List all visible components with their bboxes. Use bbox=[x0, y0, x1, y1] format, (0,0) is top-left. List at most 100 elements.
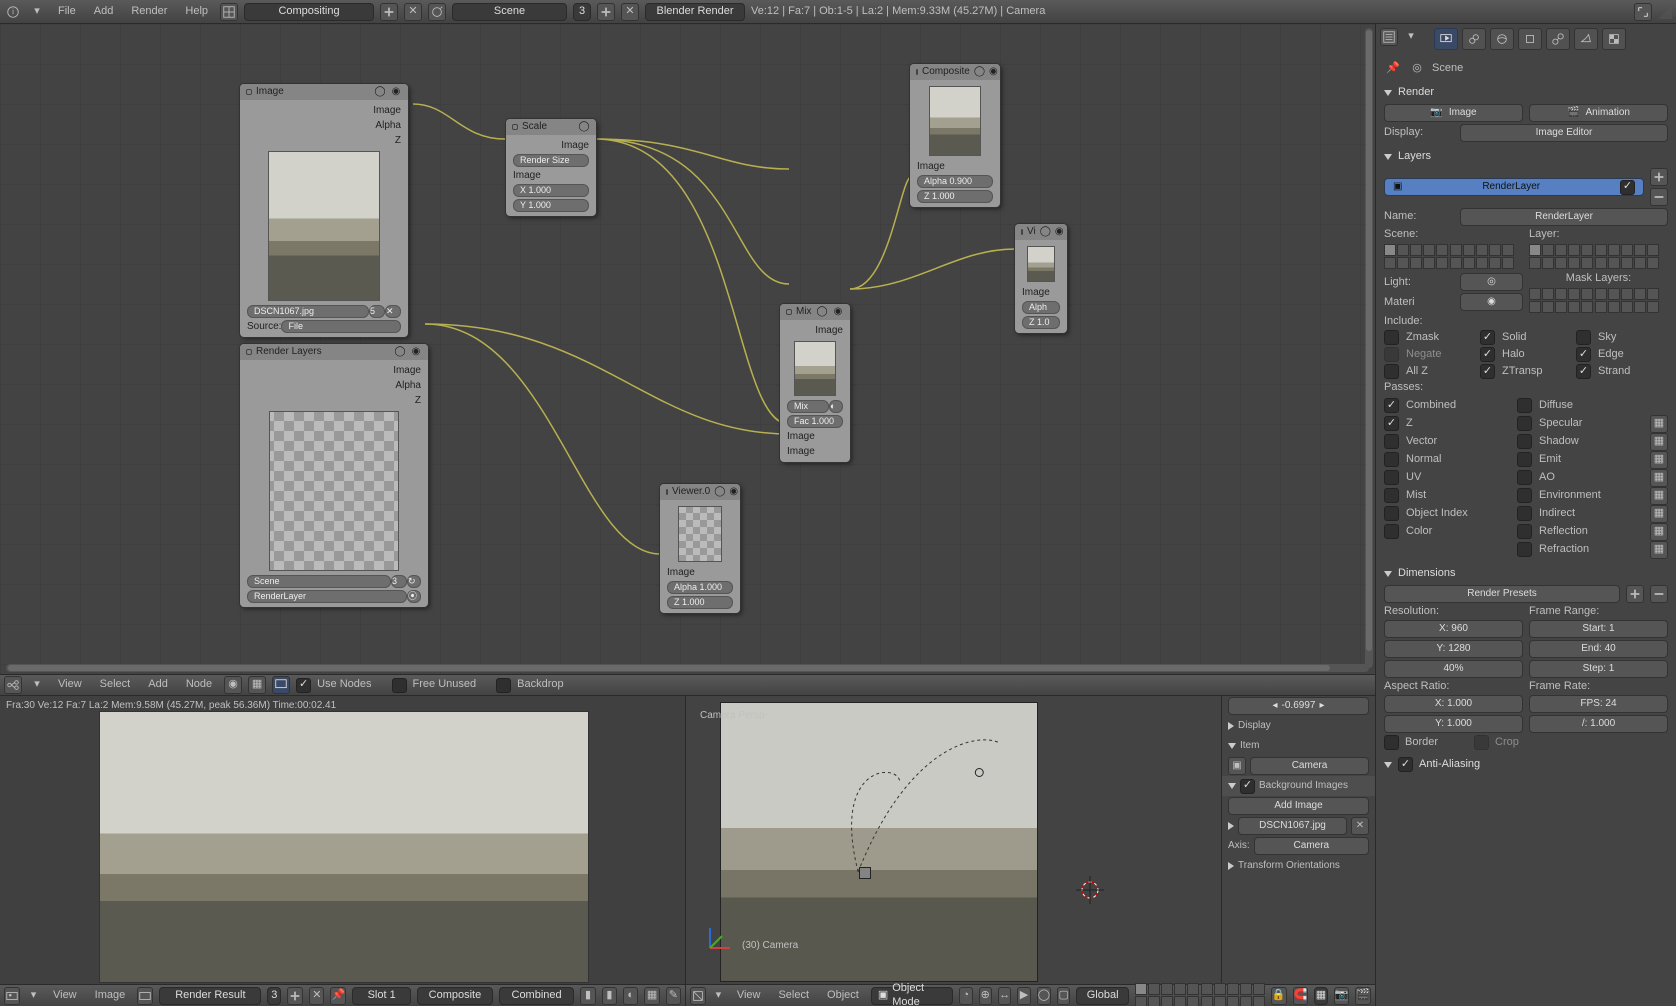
3d-viewport[interactable]: Camera Persp (30) Camera ◂ -0.6997 ▸ Dis… bbox=[685, 696, 1375, 1006]
cb-anti-aliasing[interactable] bbox=[1398, 757, 1413, 772]
render-presets-select[interactable]: Render Presets bbox=[1384, 585, 1620, 603]
out-z-socket[interactable]: Z bbox=[395, 135, 401, 147]
panel-disclosure-icon[interactable] bbox=[1228, 743, 1236, 749]
node-scale[interactable]: Scale ◯ Image Render Size Image X 1.000 … bbox=[506, 119, 596, 216]
cb-ztransp[interactable] bbox=[1480, 364, 1495, 379]
vi-z[interactable]: Z 1.0 bbox=[1022, 316, 1060, 329]
cb-pass-diffuse[interactable] bbox=[1517, 398, 1532, 413]
expand-menus-icon[interactable]: ▾ bbox=[26, 987, 41, 1005]
node-image[interactable]: Image ◯ ◉ Image Alpha Z DSCN1067.jpg 5 ✕ bbox=[240, 84, 408, 337]
tree-type-texture-icon[interactable]: ▦ bbox=[248, 676, 266, 694]
node-vi[interactable]: Vi ◯ ◉ Image Alph Z 1.0 bbox=[1015, 224, 1067, 333]
exclude-emit-icon[interactable]: ▦ bbox=[1650, 451, 1668, 469]
in-image-socket[interactable]: Image bbox=[513, 170, 541, 182]
bg-images-enable[interactable] bbox=[1240, 779, 1255, 794]
snap-element-select[interactable]: ▦ bbox=[1314, 987, 1327, 1005]
fps-base[interactable]: /: 1.000 bbox=[1529, 715, 1668, 733]
area-corner-drag[interactable] bbox=[1658, 5, 1672, 19]
collapse-icon[interactable] bbox=[512, 124, 518, 130]
scale-mode-select[interactable]: Render Size bbox=[513, 154, 589, 167]
manip-scale-icon[interactable]: ▢ bbox=[1057, 987, 1070, 1005]
menu-add[interactable]: Add bbox=[88, 3, 120, 21]
menu-view[interactable]: View bbox=[731, 987, 767, 1005]
node-preview-icon[interactable]: ◉ bbox=[390, 86, 402, 98]
collapse-icon[interactable] bbox=[246, 89, 252, 95]
scene-field[interactable]: Scene bbox=[452, 3, 567, 21]
composite-alpha[interactable]: Alpha 0.900 bbox=[917, 175, 993, 188]
render-engine-select[interactable]: Blender Render bbox=[645, 3, 745, 21]
image-file-unlink-icon[interactable]: ✕ bbox=[385, 305, 401, 318]
menu-select[interactable]: Select bbox=[772, 987, 815, 1005]
cb-sky[interactable] bbox=[1576, 330, 1591, 345]
scene-users[interactable]: 3 bbox=[573, 3, 591, 21]
draw-channels-alpha-icon[interactable]: ◐ bbox=[623, 987, 638, 1005]
node-hide-sockets-icon[interactable]: ◯ bbox=[374, 86, 386, 98]
cb-allz[interactable] bbox=[1384, 364, 1399, 379]
cb-pass-uv[interactable] bbox=[1384, 470, 1399, 485]
tree-type-material-icon[interactable]: ◉ bbox=[224, 676, 242, 694]
node-hide-sockets-icon[interactable]: ◯ bbox=[714, 486, 725, 498]
orientation-select[interactable]: Global bbox=[1076, 987, 1128, 1005]
exclude-env-icon[interactable]: ▦ bbox=[1650, 487, 1668, 505]
res-x[interactable]: X: 960 bbox=[1384, 620, 1523, 638]
rl-layer-select[interactable]: RenderLayer bbox=[247, 590, 407, 603]
item-name-field[interactable]: Camera bbox=[1250, 757, 1369, 775]
rl-rerender-icon[interactable]: ↻ bbox=[407, 575, 421, 588]
menu-render[interactable]: Render bbox=[125, 3, 173, 21]
mask-layers-grid[interactable] bbox=[1529, 288, 1668, 313]
out-image-socket[interactable]: Image bbox=[815, 325, 843, 337]
delete-scene-button[interactable]: ✕ bbox=[621, 3, 639, 21]
node-preview-icon[interactable]: ◉ bbox=[729, 486, 738, 498]
cb-pass-ao[interactable] bbox=[1517, 470, 1532, 485]
in-image-socket[interactable]: Image bbox=[667, 567, 695, 579]
transform-value[interactable]: ◂ -0.6997 ▸ bbox=[1228, 697, 1369, 715]
cb-edge[interactable] bbox=[1576, 347, 1591, 362]
cb-pass-objindex[interactable] bbox=[1384, 506, 1399, 521]
node-hide-sockets-icon[interactable]: ◯ bbox=[1040, 226, 1051, 238]
image-browse-icon[interactable] bbox=[137, 987, 153, 1005]
node-editor[interactable]: Image ◯ ◉ Image Alpha Z DSCN1067.jpg 5 ✕ bbox=[0, 24, 1375, 696]
node-render-layers[interactable]: Render Layers ◯ ◉ Image Alpha Z Scene 3 … bbox=[240, 344, 428, 607]
viewport-n-panel[interactable]: ◂ -0.6997 ▸ Display Item ▣ Camera Backgr… bbox=[1221, 696, 1375, 984]
in-image-socket[interactable]: Image bbox=[917, 161, 945, 173]
node-preview-icon[interactable]: ◉ bbox=[1055, 226, 1064, 238]
frame-start[interactable]: Start: 1 bbox=[1529, 620, 1668, 638]
panel-bg-images[interactable]: Background Images bbox=[1259, 780, 1348, 792]
screen-layout-field[interactable]: Compositing bbox=[244, 3, 374, 21]
pivot-icon[interactable]: ⊕ bbox=[979, 987, 992, 1005]
use-nodes-toggle[interactable] bbox=[296, 678, 311, 693]
exclude-shadow-icon[interactable]: ▦ bbox=[1650, 433, 1668, 451]
menu-image[interactable]: Image bbox=[89, 987, 132, 1005]
context-texture-icon[interactable] bbox=[1602, 28, 1626, 50]
tree-type-compositing-icon[interactable] bbox=[272, 676, 290, 694]
node-preview-icon[interactable]: ◉ bbox=[832, 306, 844, 318]
collapse-icon[interactable] bbox=[916, 69, 918, 75]
panel-disclosure-icon[interactable] bbox=[1384, 90, 1392, 96]
image-editor[interactable]: Fra:30 Ve:12 Fa:7 La:2 Mem:9.58M (45.27M… bbox=[0, 696, 685, 1006]
menu-node[interactable]: Node bbox=[180, 676, 218, 694]
remove-layer-button[interactable] bbox=[1650, 188, 1668, 206]
cb-pass-shadow[interactable] bbox=[1517, 434, 1532, 449]
menu-select[interactable]: Select bbox=[94, 676, 137, 694]
add-layer-button[interactable] bbox=[1650, 168, 1668, 186]
bg-file-remove-icon[interactable]: ✕ bbox=[1351, 817, 1369, 835]
image-paint-icon[interactable]: ✎ bbox=[666, 987, 681, 1005]
menu-help[interactable]: Help bbox=[179, 3, 214, 21]
exclude-reflection-icon[interactable]: ▦ bbox=[1650, 523, 1668, 541]
panel-anti-aliasing[interactable]: Anti-Aliasing bbox=[1384, 756, 1668, 774]
cb-pass-color[interactable] bbox=[1384, 524, 1399, 539]
context-data-icon[interactable] bbox=[1574, 28, 1598, 50]
context-render-icon[interactable] bbox=[1434, 28, 1458, 50]
viewport-cube[interactable] bbox=[859, 867, 871, 879]
frame-end[interactable]: End: 40 bbox=[1529, 640, 1668, 658]
panel-item[interactable]: Item bbox=[1240, 740, 1259, 752]
cb-pass-env[interactable] bbox=[1517, 488, 1532, 503]
collapse-icon[interactable] bbox=[666, 489, 668, 495]
exclude-specular-icon[interactable]: ▦ bbox=[1650, 415, 1668, 433]
panel-dimensions[interactable]: Dimensions bbox=[1384, 565, 1668, 583]
render-display-select[interactable]: Image Editor bbox=[1460, 124, 1668, 142]
cb-pass-indirect[interactable] bbox=[1517, 506, 1532, 521]
cb-zmask[interactable] bbox=[1384, 330, 1399, 345]
node-mix-header[interactable]: Mix ◯ ◉ bbox=[780, 304, 850, 320]
screen-browse-icon[interactable] bbox=[220, 3, 238, 21]
